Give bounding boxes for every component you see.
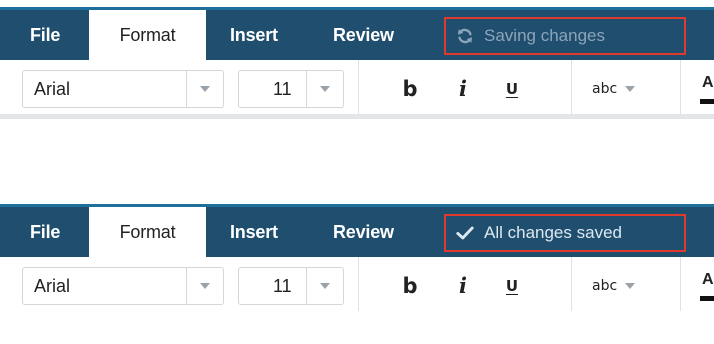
text-color-glyph: A: [702, 74, 714, 91]
sync-icon: [456, 27, 474, 45]
divider: [358, 257, 359, 311]
font-family-value: Arial: [34, 79, 71, 99]
text-color-icon[interactable]: A: [700, 72, 714, 106]
save-status: Saving changes: [456, 19, 605, 53]
font-family-select[interactable]: Arial: [22, 267, 224, 305]
italic-button[interactable]: i: [452, 269, 474, 303]
chevron-down-icon: [200, 283, 210, 289]
font-size-select[interactable]: 11: [238, 70, 344, 108]
underline-button[interactable]: U: [501, 72, 523, 106]
font-family-dropdown[interactable]: [186, 71, 223, 107]
divider: [680, 60, 681, 114]
italic-button[interactable]: i: [452, 72, 474, 106]
menu-bar: File Format Insert Review Saving changes: [0, 10, 714, 60]
chevron-down-icon: [625, 86, 636, 92]
menu-format[interactable]: Format: [89, 10, 206, 60]
divider: [680, 257, 681, 311]
font-size-dropdown[interactable]: [306, 268, 343, 304]
menu-insert[interactable]: Insert: [230, 207, 278, 257]
text-case-label: abc: [592, 81, 618, 97]
menu-insert[interactable]: Insert: [230, 10, 278, 60]
menu-bar: File Format Insert Review All changes sa…: [0, 207, 714, 257]
chevron-down-icon: [320, 86, 330, 92]
menu-review[interactable]: Review: [333, 10, 394, 60]
text-color-swatch: [700, 99, 714, 104]
save-status-text: All changes saved: [484, 223, 622, 242]
font-size-value: 11: [273, 79, 292, 99]
format-bar: Arial 11 b i U abc A: [0, 60, 714, 114]
bold-button[interactable]: b: [396, 269, 424, 303]
chevron-down-icon: [200, 86, 210, 92]
save-status-highlight: Saving changes: [444, 17, 686, 55]
save-status: All changes saved: [456, 216, 622, 250]
divider: [571, 60, 572, 114]
font-size-select[interactable]: 11: [238, 267, 344, 305]
bold-button[interactable]: b: [396, 72, 424, 106]
font-size-value: 11: [273, 276, 292, 296]
toolbar-saving-state: File Format Insert Review Saving changes…: [0, 7, 714, 119]
divider: [571, 257, 572, 311]
format-bar: Arial 11 b i U abc A: [0, 257, 714, 311]
text-case-label: abc: [592, 278, 618, 294]
toolbar-saved-state: File Format Insert Review All changes sa…: [0, 204, 714, 344]
menu-file[interactable]: File: [30, 207, 60, 257]
text-case-dropdown[interactable]: abc: [592, 72, 652, 106]
save-status-text: Saving changes: [484, 26, 605, 45]
text-case-dropdown[interactable]: abc: [592, 269, 652, 303]
font-size-dropdown[interactable]: [306, 71, 343, 107]
menu-review[interactable]: Review: [333, 207, 394, 257]
text-color-swatch: [700, 296, 714, 301]
text-color-glyph: A: [702, 271, 714, 288]
underline-button[interactable]: U: [501, 269, 523, 303]
font-family-value: Arial: [34, 276, 71, 296]
divider: [358, 60, 359, 114]
chevron-down-icon: [320, 283, 330, 289]
font-family-dropdown[interactable]: [186, 268, 223, 304]
text-color-icon[interactable]: A: [700, 269, 714, 303]
menu-format[interactable]: Format: [89, 207, 206, 257]
font-family-select[interactable]: Arial: [22, 70, 224, 108]
menu-file[interactable]: File: [30, 10, 60, 60]
check-icon: [456, 225, 474, 241]
save-status-highlight: All changes saved: [444, 214, 686, 252]
chevron-down-icon: [625, 283, 636, 289]
toolbar-shadow: [0, 114, 714, 119]
